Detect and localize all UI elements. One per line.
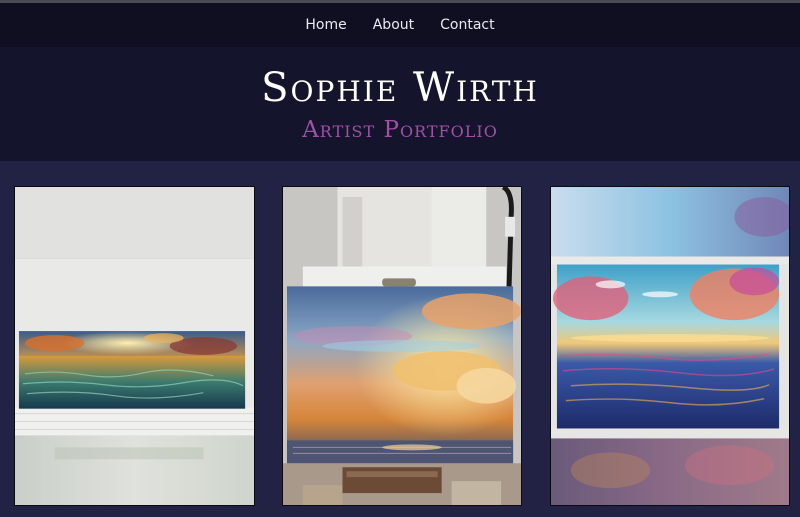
nav-link-home[interactable]: Home xyxy=(292,17,359,33)
painting-photo-sunset-clouds xyxy=(283,187,521,505)
site-subtitle: Artist Portfolio xyxy=(302,117,498,143)
site-header: Sophie Wirth Artist Portfolio xyxy=(0,47,800,161)
painting-photo-sunset-reflection xyxy=(551,187,789,505)
nav-link-contact[interactable]: Contact xyxy=(427,17,507,33)
nav-link-about[interactable]: About xyxy=(360,17,427,33)
gallery-item-sunset-clouds[interactable] xyxy=(282,186,522,506)
painting-photo-panoramic-sunset xyxy=(15,187,254,505)
gallery-item-panoramic-sunset[interactable] xyxy=(14,186,255,506)
gallery-item-sunset-reflection[interactable] xyxy=(550,186,790,506)
top-navigation: Home About Contact xyxy=(0,3,800,47)
site-title: Sophie Wirth xyxy=(261,65,539,111)
painting-gallery xyxy=(0,161,800,517)
